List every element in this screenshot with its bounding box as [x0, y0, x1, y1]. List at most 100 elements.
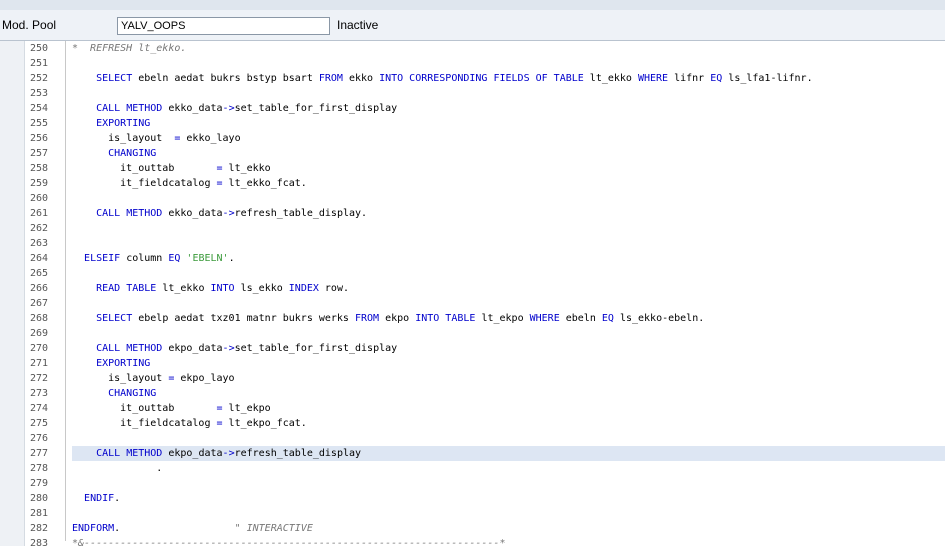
line-number: 274 [29, 403, 48, 414]
line-code: CALL METHOD ekko_data->set_table_for_fir… [72, 101, 397, 116]
line-number: 252 [29, 73, 48, 84]
line-number: 253 [29, 88, 48, 99]
line-code: ELSEIF column EQ 'EBELN'. [72, 251, 235, 266]
line-number: 258 [29, 163, 48, 174]
line-number: 261 [29, 208, 48, 219]
keyword-token: FROM [354, 313, 380, 324]
keyword-token: READ TABLE [96, 283, 157, 294]
code-line[interactable]: 283 *&-----------------------------------… [0, 536, 945, 546]
code-line[interactable]: 275 it_fieldcatalog = lt_ekpo_fcat. [0, 416, 945, 431]
code-line[interactable]: 259 it_fieldcatalog = lt_ekko_fcat. [0, 176, 945, 191]
program-name-field[interactable]: YALV_OOPS [117, 17, 330, 35]
line-number: 278 [29, 463, 48, 474]
code-line[interactable]: 253 [0, 86, 945, 101]
line-number: 256 [29, 133, 48, 144]
keyword-token: INTO [210, 283, 235, 294]
code-line[interactable]: 257 CHANGING [0, 146, 945, 161]
keyword-token: FROM [318, 73, 343, 84]
code-line[interactable]: 282 ENDFORM. " INTERACTIVE [0, 521, 945, 536]
code-token: column [120, 253, 169, 264]
code-line[interactable]: 264 ELSEIF column EQ 'EBELN'. [0, 251, 945, 266]
line-number: 269 [29, 328, 48, 339]
code-line[interactable]: 267 [0, 296, 945, 311]
code-token: -> [222, 103, 235, 114]
code-token: ekko_data [162, 103, 223, 114]
code-line[interactable]: 265 [0, 266, 945, 281]
code-line[interactable]: 272 is_layout = ekpo_layo [0, 371, 945, 386]
keyword-token: CALL METHOD [96, 208, 163, 219]
code-line[interactable]: 281 [0, 506, 945, 521]
activation-status: Inactive [337, 18, 379, 32]
code-line[interactable]: 255 EXPORTING [0, 116, 945, 131]
line-code: it_outtab = lt_ekko [72, 161, 271, 176]
keyword-token: EQ [168, 253, 181, 264]
line-number: 273 [29, 388, 48, 399]
keyword-token: INTO TABLE [415, 313, 476, 324]
code-line[interactable]: 269 [0, 326, 945, 341]
keyword-token: SELECT [96, 73, 133, 84]
line-code: . [72, 461, 162, 476]
line-number: 268 [29, 313, 48, 324]
code-line[interactable]: 251 [0, 56, 945, 71]
code-line[interactable]: 276 [0, 431, 945, 446]
keyword-token: CHANGING [108, 148, 157, 159]
code-token: refresh_table_display. [234, 208, 368, 219]
code-line[interactable]: 270 CALL METHOD ekpo_data->set_table_for… [0, 341, 945, 356]
line-number: 281 [29, 508, 48, 519]
line-number: 279 [29, 478, 48, 489]
code-line[interactable]: 274 it_outtab = lt_ekpo [0, 401, 945, 416]
line-number: 251 [29, 58, 48, 69]
code-line[interactable]: 268 SELECT ebelp aedat txz01 matnr bukrs… [0, 311, 945, 326]
code-token: ls_ekko-ebeln. [613, 313, 705, 324]
line-code: EXPORTING [72, 356, 150, 371]
code-line[interactable]: 252 SELECT ebeln aedat bukrs bstyp bsart… [0, 71, 945, 86]
line-number: 264 [29, 253, 48, 264]
code-line[interactable]: 271 EXPORTING [0, 356, 945, 371]
code-line[interactable]: 261 CALL METHOD ekko_data->refresh_table… [0, 206, 945, 221]
code-token: is_layout [72, 133, 175, 144]
code-token: lt_ekko [222, 163, 271, 174]
code-line[interactable]: 263 [0, 236, 945, 251]
keyword-token: INDEX [288, 283, 319, 294]
code-token: lt_ekko_fcat. [222, 178, 307, 189]
code-token: ls_lfa1-lifnr. [722, 73, 813, 84]
code-line[interactable]: 266 READ TABLE lt_ekko INTO ls_ekko INDE… [0, 281, 945, 296]
keyword-token: EQ [710, 73, 723, 84]
code-token: is_layout [72, 373, 169, 384]
code-line[interactable]: 256 is_layout = ekko_layo [0, 131, 945, 146]
code-line[interactable]: 258 it_outtab = lt_ekko [0, 161, 945, 176]
line-code: ENDIF. [72, 491, 120, 506]
line-code: CHANGING [72, 146, 156, 161]
program-header: Mod. Pool YALV_OOPS Inactive [0, 10, 945, 41]
line-code: it_outtab = lt_ekpo [72, 401, 271, 416]
abap-code-editor[interactable]: 250 * REFRESH lt_ekko. 251 252 SELECT ebeln… [0, 41, 945, 546]
line-number: 272 [29, 373, 48, 384]
code-token: lt_ekpo_fcat. [222, 418, 307, 429]
keyword-token: CALL METHOD [96, 448, 163, 459]
code-line[interactable]: 262 [0, 221, 945, 236]
keyword-token: EXPORTING [96, 118, 151, 129]
code-line[interactable]: 277 CALL METHOD ekpo_data->refresh_table… [30, 446, 945, 461]
keyword-token: ELSEIF [84, 253, 121, 264]
code-line[interactable]: 280 ENDIF. [0, 491, 945, 506]
line-code: CALL METHOD ekpo_data->set_table_for_fir… [72, 341, 397, 356]
code-line[interactable]: 278 . [0, 461, 945, 476]
code-line[interactable]: 279 [0, 476, 945, 491]
line-number: 267 [29, 298, 48, 309]
code-line[interactable]: 254 CALL METHOD ekko_data->set_table_for… [0, 101, 945, 116]
line-code: SELECT ebeln aedat bukrs bstyp bsart FRO… [72, 71, 813, 86]
code-line[interactable]: 273 CHANGING [0, 386, 945, 401]
line-code: SELECT ebelp aedat txz01 matnr bukrs wer… [72, 311, 704, 326]
comment-token: *&--------------------------------------… [72, 538, 506, 546]
line-code: ENDFORM. " INTERACTIVE [72, 521, 313, 536]
keyword-token: SELECT [96, 313, 133, 324]
code-line[interactable]: 260 [0, 191, 945, 206]
string-token: 'EBELN' [186, 253, 229, 264]
code-line[interactable]: 250 * REFRESH lt_ekko. [0, 41, 945, 56]
